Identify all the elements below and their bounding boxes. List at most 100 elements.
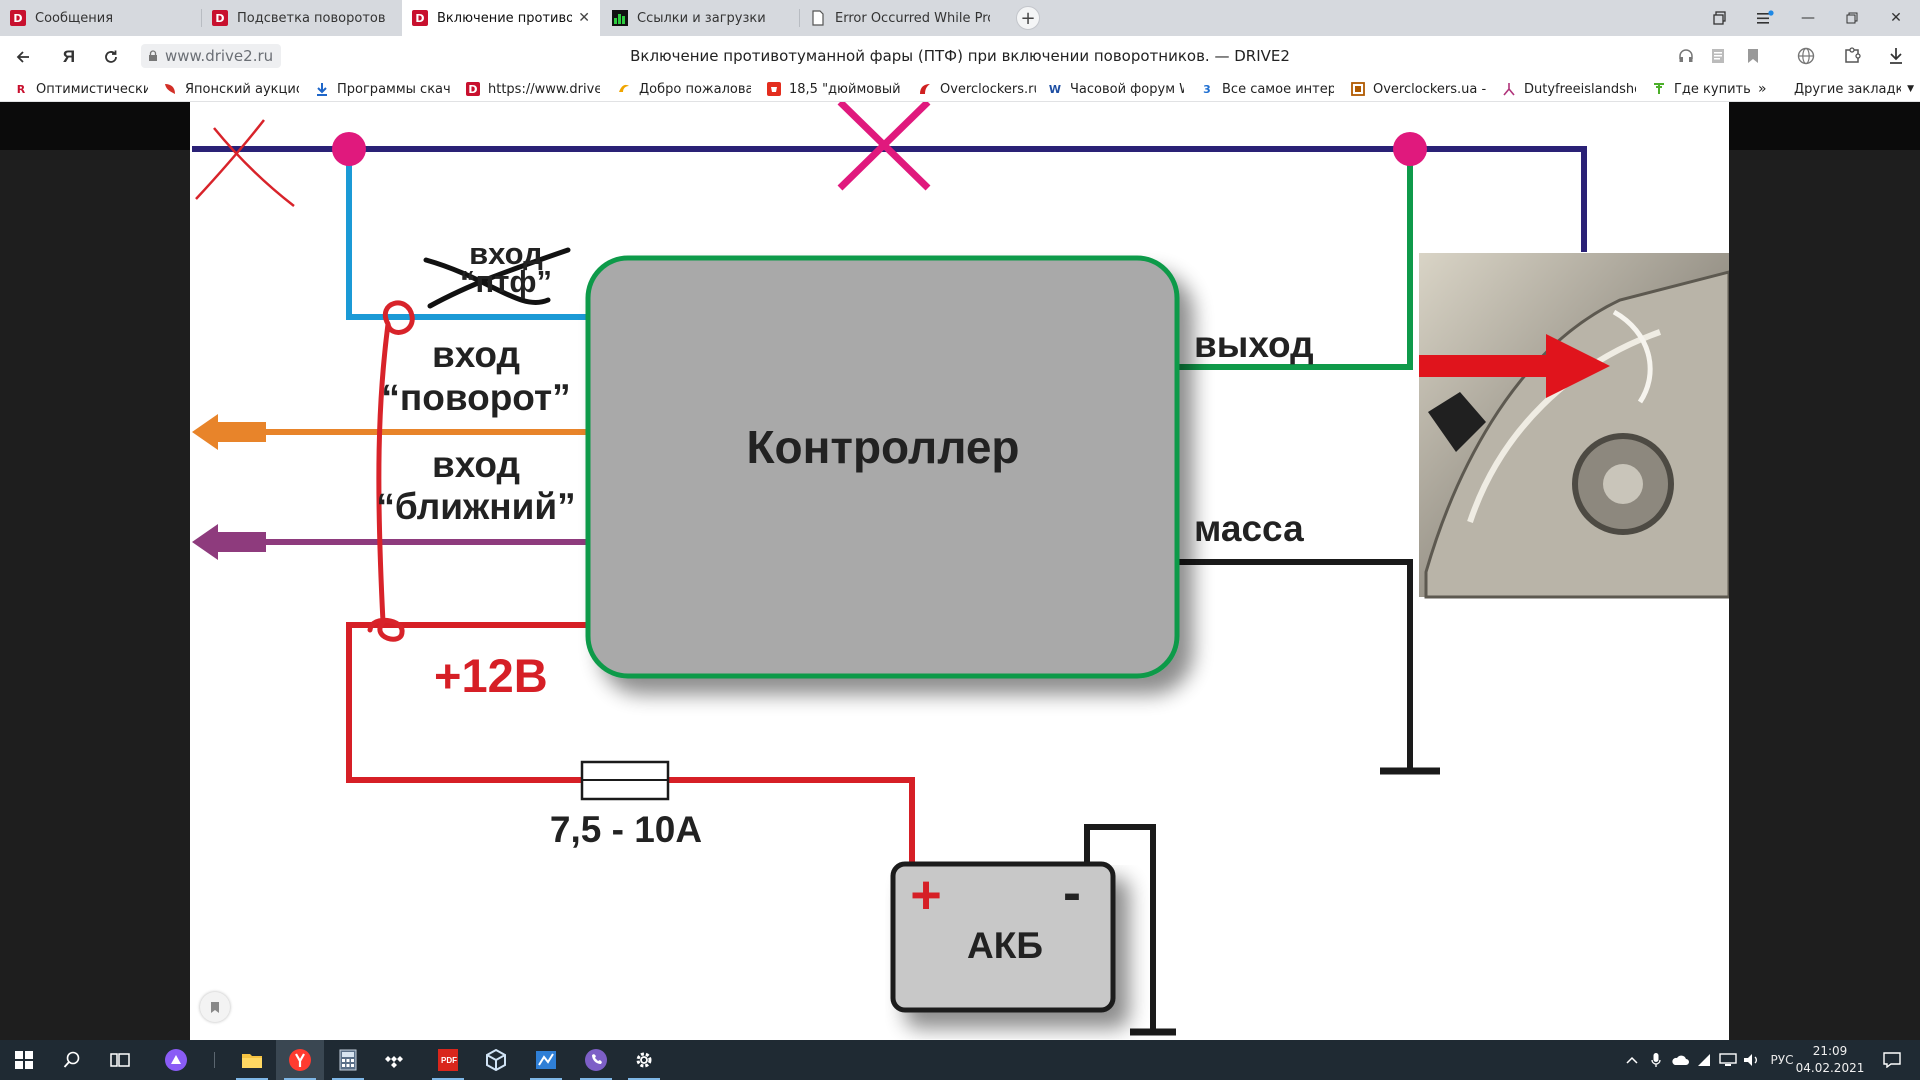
lock-icon [149,50,157,61]
extensions-icon[interactable] [1842,46,1862,66]
headlight-photo [1419,253,1729,599]
junction-dot [332,132,366,166]
bookmark-item[interactable]: 18,5 "дюймовый ( [767,76,903,102]
bookmark-item[interactable]: Где купить [1652,76,1752,102]
notifications-icon[interactable] [1872,1040,1912,1080]
other-bookmarks-label: Другие закладки [1794,81,1902,97]
tab-title: Сообщения [35,10,114,26]
wiring-diagram [192,102,1729,1036]
download-favicon-icon [315,82,329,96]
bookmark-favicon-icon [918,82,932,96]
red-cross-mark [195,119,295,207]
save-bookmark-button[interactable] [200,992,230,1022]
drive2-favicon-icon: D [10,10,26,26]
clock[interactable]: 21:09 04.02.2021 [1790,1043,1870,1077]
bookmark-label: Добро пожаловат [639,81,751,97]
controller-label: Контроллер [746,421,1020,473]
battery-plus-sign: + [910,865,942,925]
settings-gear-icon[interactable] [620,1040,668,1080]
tab-messages[interactable]: D Сообщения [0,0,200,36]
tab-error[interactable]: Error Occurred While Proce [800,0,1000,36]
bookmark-item[interactable]: D https://www.drive2 [466,76,600,102]
bookmark-item[interactable]: R Оптимистический [14,76,148,102]
search-icon[interactable] [48,1040,96,1080]
chevron-up-icon[interactable] [1620,1040,1644,1080]
bookmark-item[interactable]: Добро пожаловат [617,76,751,102]
ground-label: масса [1194,508,1304,549]
viewer-band-right [1729,102,1920,150]
file-explorer-icon[interactable] [228,1040,276,1080]
bookmark-item[interactable]: Программы скача [315,76,451,102]
chevron-right-icon[interactable]: » [1758,76,1778,102]
task-view-icon[interactable] [96,1040,144,1080]
download-icon[interactable] [1886,46,1906,66]
tablet-icon[interactable] [1692,1040,1716,1080]
fuse-label: 7,5 - 10А [549,809,703,850]
tabs-menu-icon[interactable] [1697,0,1743,36]
bookmark-label: https://www.drive2 [488,81,600,97]
new-tab-button[interactable]: + [1016,6,1040,30]
bookmark-item[interactable]: Overclockers.ru [918,76,1036,102]
reader-icon[interactable] [1708,46,1728,66]
clock-time: 21:09 [1812,1044,1848,1058]
minimize-button[interactable]: — [1785,0,1831,36]
bookmark-icon[interactable] [1743,46,1763,66]
box-app-icon[interactable] [472,1040,520,1080]
page-title: Включение противотуманной фары (ПТФ) при… [630,47,1290,65]
headphones-icon[interactable] [1676,46,1696,66]
bookmark-label: Японский аукцио [185,81,299,97]
magenta-cross-mark [837,102,931,191]
wire-top [192,146,1587,252]
close-tab-icon[interactable]: ✕ [578,10,590,26]
yandex-browser-icon[interactable] [276,1040,324,1080]
viber-icon[interactable] [572,1040,620,1080]
tab-title: Error Occurred While Proce [835,10,990,26]
tab-turn-lights[interactable]: D Подсветка поворотов — ( [202,0,400,36]
network-tool-icon[interactable] [522,1040,570,1080]
bookmark-favicon-icon [617,82,631,96]
restore-button[interactable] [1829,0,1875,36]
bookmark-item[interactable]: Dutyfreeislandshop [1502,76,1636,102]
other-bookmarks[interactable]: Другие закладки ▼ [1794,76,1914,102]
bookmark-item[interactable]: 3 Все самое интере [1200,76,1334,102]
battery-minus-sign: - [1063,863,1081,923]
microphone-icon[interactable] [1644,1040,1668,1080]
bookmark-label: Оптимистический [36,81,148,97]
back-arrow-icon[interactable] [10,44,36,70]
junction-dot [1393,132,1427,166]
bookmark-favicon-icon [1351,82,1365,96]
wiring-diagram-image: вход “птф” вход “поворот” вход “ближний”… [190,102,1729,1040]
url-field[interactable]: www.drive2.ru [141,44,282,68]
bookmark-item[interactable]: W Часовой форум W [1048,76,1184,102]
bookmark-item[interactable]: Overclockers.ua - ( [1351,76,1487,102]
calculator-icon[interactable] [324,1040,372,1080]
bookmarks-bar: R Оптимистический Японский аукцио Програ… [0,76,1920,102]
bookmark-favicon-icon [1652,82,1666,96]
clock-date: 04.02.2021 [1795,1061,1865,1075]
cloud-icon[interactable] [1668,1040,1692,1080]
network-icon[interactable] [1716,1040,1740,1080]
alice-assistant-icon[interactable] [152,1040,200,1080]
bookmark-icon [211,1001,219,1013]
drive2-favicon-icon: D [466,82,480,96]
yandex-logo-icon[interactable]: Я [56,44,82,70]
low-input-label-line1: вход [431,444,520,485]
bookmark-label: Часовой форум W [1070,81,1184,97]
pdf-app-icon[interactable]: PDF [424,1040,472,1080]
close-window-button[interactable]: ✕ [1873,0,1919,36]
turn-input-label-line2: “поворот” [381,377,571,418]
bookmark-label: 18,5 "дюймовый ( [789,81,903,97]
chevron-down-icon: ▼ [1907,84,1914,94]
volume-icon[interactable] [1740,1040,1764,1080]
menu-icon[interactable] [1742,0,1788,36]
tab-active-ptf[interactable]: D Включение противотум ✕ [402,0,600,36]
bookmark-label: Overclockers.ua - ( [1373,81,1487,97]
drive2-favicon-icon: D [212,10,228,26]
reload-icon[interactable] [98,44,124,70]
tidal-icon[interactable] [372,1040,420,1080]
tab-links-downloads[interactable]: Ссылки и загрузки [602,0,798,36]
bookmark-item[interactable]: Японский аукцио [163,76,299,102]
windows-start-icon[interactable] [0,1040,48,1080]
translate-globe-icon[interactable] [1796,46,1816,66]
bookmark-favicon-icon [163,82,177,96]
